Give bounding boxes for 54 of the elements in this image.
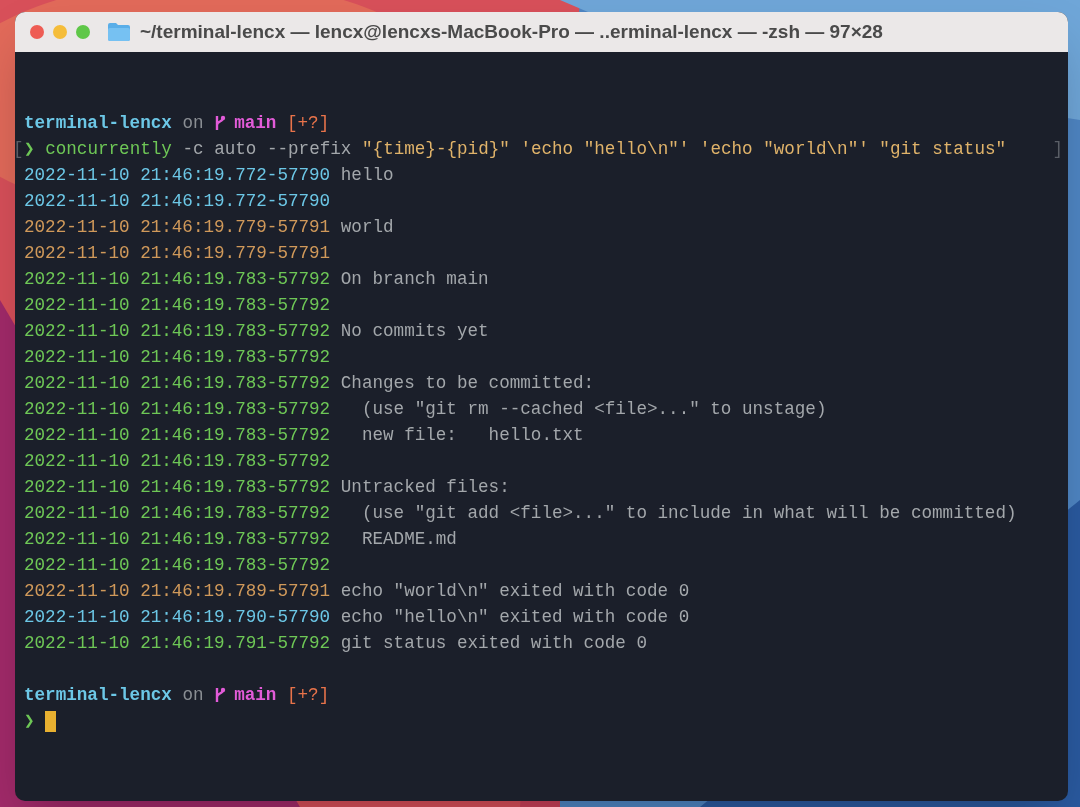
log-prefix: 2022-11-10 21:46:19.783-57792 <box>24 424 331 447</box>
command-text: concurrently <box>45 138 172 161</box>
log-prefix: 2022-11-10 21:46:19.790-57790 <box>24 606 331 629</box>
log-text: echo "hello\n" exited with code 0 <box>340 606 690 629</box>
directory-name: terminal-lencx <box>24 684 172 707</box>
log-text: (use "git rm --cached <file>..." to unstage) <box>360 398 827 421</box>
log-text: Untracked files: <box>340 476 510 499</box>
log-prefix: 2022-11-10 21:46:19.783-57792 <box>24 372 331 395</box>
branch-name: main <box>234 684 277 707</box>
log-prefix: 2022-11-10 21:46:19.783-57792 <box>24 320 331 343</box>
prompt-symbol: ❯ <box>24 710 35 733</box>
log-prefix: 2022-11-10 21:46:19.783-57792 <box>24 346 331 369</box>
log-prefix: 2022-11-10 21:46:19.779-57791 <box>24 216 331 239</box>
log-text: world <box>340 216 394 239</box>
log-prefix: 2022-11-10 21:46:19.779-57791 <box>24 242 331 265</box>
log-prefix: 2022-11-10 21:46:19.772-57790 <box>24 190 331 213</box>
prompt-text: on <box>182 112 204 135</box>
log-prefix: 2022-11-10 21:46:19.783-57792 <box>24 268 331 291</box>
close-button[interactable] <box>30 25 44 39</box>
log-prefix: 2022-11-10 21:46:19.783-57792 <box>24 398 331 421</box>
log-text: (use "git add <file>..." to include in what will be committed) <box>360 502 1017 525</box>
log-text: echo "world\n" exited with code 0 <box>340 580 690 603</box>
log-prefix: 2022-11-10 21:46:19.783-57792 <box>24 502 331 525</box>
zoom-button[interactable] <box>76 25 90 39</box>
log-prefix: 2022-11-10 21:46:19.783-57792 <box>24 554 331 577</box>
log-prefix: 2022-11-10 21:46:19.783-57792 <box>24 450 331 473</box>
prompt-text: on <box>182 684 204 707</box>
log-prefix: 2022-11-10 21:46:19.783-57792 <box>24 294 331 317</box>
log-prefix: 2022-11-10 21:46:19.772-57790 <box>24 164 331 187</box>
minimize-button[interactable] <box>53 25 67 39</box>
branch-icon <box>214 687 227 703</box>
window-title: ~/terminal-lencx — lencx@lencxs-MacBook-Pro — ..erminal-lencx — -zsh — 97×28 <box>140 19 883 44</box>
prompt-symbol: ❯ <box>24 138 35 161</box>
folder-icon <box>107 22 131 42</box>
branch-name: main <box>234 112 277 135</box>
log-text: On branch main <box>340 268 489 291</box>
log-text: new file: hello.txt <box>360 424 584 447</box>
git-status: [+?] <box>286 684 330 707</box>
branch-icon <box>214 115 227 131</box>
command-text: "{time}-{pid}" 'echo "hello\n"' 'echo "world\n"' "git status" <box>362 138 1007 161</box>
log-text: No commits yet <box>340 320 489 343</box>
log-prefix: 2022-11-10 21:46:19.783-57792 <box>24 528 331 551</box>
prompt-bracket: ] <box>1052 138 1063 161</box>
log-prefix: 2022-11-10 21:46:19.783-57792 <box>24 476 331 499</box>
directory-name: terminal-lencx <box>24 112 172 135</box>
git-status: [+?] <box>286 112 330 135</box>
log-text: git status exited with code 0 <box>340 632 647 655</box>
command-text: -c auto --prefix <box>182 138 352 161</box>
log-prefix: 2022-11-10 21:46:19.789-57791 <box>24 580 331 603</box>
log-text: Changes to be committed: <box>340 372 595 395</box>
log-prefix: 2022-11-10 21:46:19.791-57792 <box>24 632 331 655</box>
log-text: README.md <box>360 528 457 551</box>
prompt-bracket: [ <box>15 138 24 161</box>
log-text: hello <box>340 164 394 187</box>
